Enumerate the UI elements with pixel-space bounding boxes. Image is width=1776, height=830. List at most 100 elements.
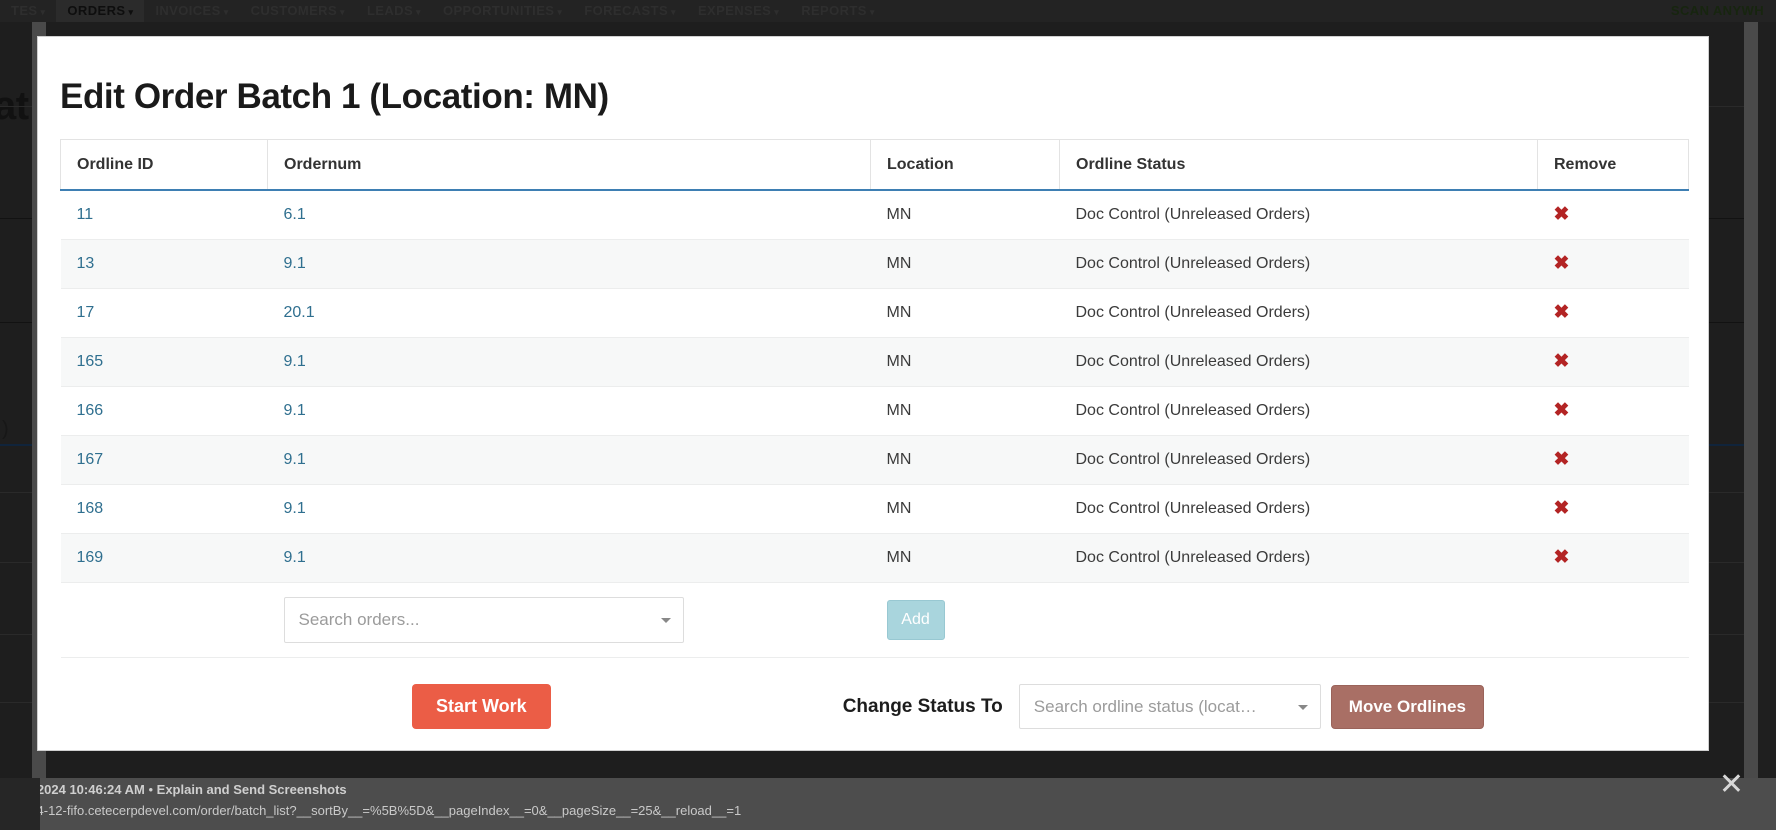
ordline-id-link[interactable]: 169 <box>77 549 104 566</box>
table-row: 17 20.1 MN Doc Control (Unreleased Order… <box>60 288 1689 338</box>
add-ordline-row: Search orders... Add <box>60 582 1689 658</box>
cell-ordline-id: 17 <box>60 288 268 338</box>
remove-icon[interactable]: ✖ <box>1554 303 1570 322</box>
column-header-ordline-status: Ordline Status <box>1059 139 1538 191</box>
ordernum-link[interactable]: 9.1 <box>284 353 306 370</box>
remove-icon[interactable]: ✖ <box>1554 401 1570 420</box>
ordernum-link[interactable]: 9.1 <box>284 451 306 468</box>
table-body: 11 6.1 MN Doc Control (Unreleased Orders… <box>60 190 1689 658</box>
table-header: Ordline ID Ordernum Location Ordline Sta… <box>60 139 1689 191</box>
brand-label: SCAN ANYWH <box>1670 3 1764 18</box>
ordernum-link[interactable]: 20.1 <box>284 304 315 321</box>
ordlines-table-container: Ordline ID Ordernum Location Ordline Sta… <box>38 117 1708 658</box>
chevron-down-icon: ▾ <box>340 6 345 17</box>
cell-remove: ✖ <box>1537 386 1689 436</box>
nav-item-label: FORECASTS <box>584 2 669 18</box>
remove-icon[interactable]: ✖ <box>1554 450 1570 469</box>
ordernum-link[interactable]: 9.1 <box>284 402 306 419</box>
cell-remove: ✖ <box>1537 484 1689 534</box>
remove-icon[interactable]: ✖ <box>1554 499 1570 518</box>
cell-spacer <box>1537 582 1689 658</box>
add-button[interactable]: Add <box>886 600 945 640</box>
nav-item-label: INVOICES <box>155 2 221 18</box>
ordline-status-select[interactable]: Search ordline status (locat… <box>1018 684 1321 729</box>
cell-ordline-id: 165 <box>60 337 268 387</box>
cell-ordernum: 6.1 <box>267 190 871 240</box>
nav-item-leads[interactable]: LEADS ▾ <box>356 0 432 22</box>
ordlines-table: Ordline ID Ordernum Location Ordline Sta… <box>60 139 1689 658</box>
cell-remove: ✖ <box>1537 239 1689 289</box>
cell-ordline-status: Doc Control (Unreleased Orders) <box>1059 435 1538 485</box>
cell-ordline-id: 167 <box>60 435 268 485</box>
cell-remove: ✖ <box>1537 190 1689 240</box>
ordline-status-placeholder: Search ordline status (locat… <box>1033 696 1257 716</box>
cell-ordline-id: 13 <box>60 239 268 289</box>
nav-item-expenses[interactable]: EXPENSES ▾ <box>687 0 790 22</box>
close-icon[interactable]: ✕ <box>1719 770 1744 800</box>
cell-location: MN <box>870 386 1060 436</box>
cell-ordline-status: Doc Control (Unreleased Orders) <box>1059 484 1538 534</box>
chevron-down-icon: ▾ <box>40 6 46 17</box>
nav-item-opportunities[interactable]: OPPORTUNITIES ▾ <box>432 0 573 22</box>
modal-title: Edit Order Batch 1 (Location: MN) <box>60 77 609 116</box>
table-row: 169 9.1 MN Doc Control (Unreleased Order… <box>60 533 1689 583</box>
remove-icon[interactable]: ✖ <box>1554 352 1570 371</box>
ordline-id-link[interactable]: 167 <box>77 451 104 468</box>
cell-ordernum: 20.1 <box>267 288 871 338</box>
nav-item-label: LEADS <box>366 2 414 18</box>
chevron-down-icon <box>1297 704 1308 710</box>
nav-item-tes[interactable]: TES ▾ <box>0 0 56 22</box>
table-row: 167 9.1 MN Doc Control (Unreleased Order… <box>60 435 1689 485</box>
start-work-button[interactable]: Start Work <box>412 684 551 729</box>
cell-remove: ✖ <box>1537 337 1689 387</box>
chevron-down-icon: ▾ <box>774 6 780 17</box>
cell-add-button: Add <box>870 582 1538 658</box>
remove-icon[interactable]: ✖ <box>1554 254 1570 273</box>
table-header-row: Ordline ID Ordernum Location Ordline Sta… <box>60 139 1689 191</box>
ordline-id-link[interactable]: 11 <box>77 206 94 223</box>
ordernum-link[interactable]: 6.1 <box>284 206 306 223</box>
chevron-down-icon: ▾ <box>557 6 563 17</box>
background-right-gutter <box>1744 22 1758 830</box>
cell-ordline-status: Doc Control (Unreleased Orders) <box>1059 386 1538 436</box>
nav-item-orders[interactable]: ORDERS ▾ <box>56 0 145 22</box>
explain-and-send-screenshots-label[interactable]: Explain and Send Screenshots <box>157 782 347 797</box>
background-top-navigation[interactable]: TES ▾ ORDERS ▾ INVOICES ▾ CUSTOMERS ▾ LEADS ▾… <box>0 0 1776 22</box>
table-row: 165 9.1 MN Doc Control (Unreleased Order… <box>60 337 1689 387</box>
cell-location: MN <box>870 239 1060 289</box>
nav-item-customers[interactable]: CUSTOMERS ▾ <box>240 0 356 22</box>
ordernum-link[interactable]: 9.1 <box>284 255 306 272</box>
column-header-ordline-id: Ordline ID <box>60 139 268 191</box>
ordernum-link[interactable]: 9.1 <box>284 500 306 517</box>
cell-spacer <box>60 582 268 658</box>
cell-ordline-id: 166 <box>60 386 268 436</box>
search-orders-select[interactable]: Search orders... <box>283 597 684 643</box>
nav-item-forecasts[interactable]: FORECASTS ▾ <box>573 0 687 22</box>
cell-remove: ✖ <box>1537 533 1689 583</box>
cell-ordline-status: Doc Control (Unreleased Orders) <box>1059 239 1538 289</box>
cell-location: MN <box>870 337 1060 387</box>
ordernum-link[interactable]: 9.1 <box>284 549 306 566</box>
ordline-id-link[interactable]: 13 <box>77 255 95 272</box>
ordline-id-link[interactable]: 165 <box>77 353 104 370</box>
nav-item-invoices[interactable]: INVOICES ▾ <box>144 0 239 22</box>
cell-location: MN <box>870 190 1060 240</box>
search-orders-placeholder: Search orders... <box>298 610 420 629</box>
column-header-location: Location <box>870 139 1060 191</box>
chevron-down-icon <box>660 618 671 623</box>
cell-remove: ✖ <box>1537 435 1689 485</box>
ordline-id-link[interactable]: 166 <box>77 402 104 419</box>
move-ordlines-button[interactable]: Move Ordlines <box>1330 684 1484 729</box>
screenshot-status-line: 1/12/2024 10:46:24 AM • Explain and Send… <box>8 782 347 797</box>
cell-ordernum: 9.1 <box>267 337 871 387</box>
ordline-id-link[interactable]: 168 <box>77 500 104 517</box>
cell-ordline-status: Doc Control (Unreleased Orders) <box>1059 533 1538 583</box>
remove-icon[interactable]: ✖ <box>1554 548 1570 567</box>
nav-item-reports[interactable]: REPORTS ▾ <box>790 0 886 22</box>
nav-item-label: REPORTS <box>801 2 867 18</box>
remove-icon[interactable]: ✖ <box>1554 205 1570 224</box>
ordline-id-link[interactable]: 17 <box>77 304 95 321</box>
column-header-ordernum: Ordernum <box>267 139 871 191</box>
screenshot-status-bar: 1/12/2024 10:46:24 AM • Explain and Send… <box>0 778 1776 830</box>
cell-search-orders: Search orders... <box>267 582 871 658</box>
